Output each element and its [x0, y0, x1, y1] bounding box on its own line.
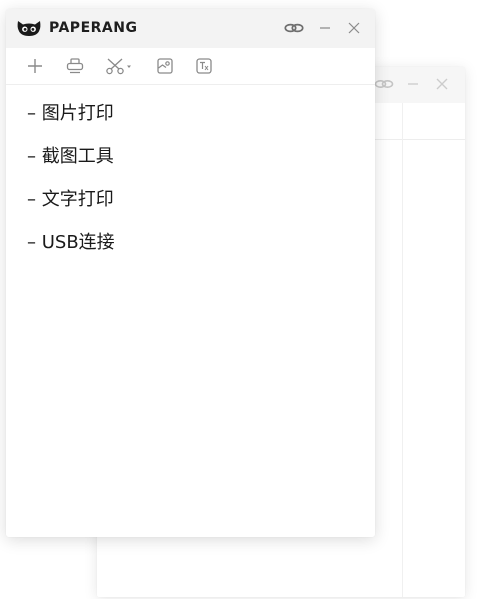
- close-button[interactable]: [345, 19, 363, 37]
- background-window-panel-edge: [402, 103, 403, 597]
- minimize-button[interactable]: [316, 19, 334, 37]
- print-button[interactable]: [64, 56, 86, 76]
- scissors-icon: [106, 58, 131, 75]
- printer-icon: [66, 58, 84, 74]
- plus-icon: [28, 59, 42, 73]
- close-icon: [348, 22, 360, 34]
- content-line: – USB连接: [27, 232, 115, 253]
- titlebar: PAPERANG: [6, 9, 375, 48]
- text-format-button[interactable]: [194, 56, 214, 76]
- screen: PAPERANG – 图片打印 – 截图工具 – 文字打印 – USB连接: [0, 0, 503, 599]
- cat-logo-icon: [17, 21, 41, 36]
- editor-content[interactable]: – 图片打印 – 截图工具 – 文字打印 – USB连接: [6, 85, 375, 537]
- add-button[interactable]: [25, 56, 45, 76]
- toolbar: [6, 48, 375, 85]
- caret-down-icon: [127, 65, 131, 68]
- image-icon: [157, 58, 173, 74]
- link-icon: [284, 23, 304, 33]
- app-title: PAPERANG: [49, 20, 138, 36]
- content-line: – 图片打印: [27, 103, 114, 124]
- image-print-button[interactable]: [155, 56, 175, 76]
- text-format-icon: [196, 58, 212, 74]
- content-line: – 文字打印: [27, 189, 114, 210]
- minimize-icon: [408, 83, 418, 85]
- link-icon: [374, 80, 394, 89]
- main-window: PAPERANG – 图片打印 – 截图工具 – 文字打印 – USB连接: [6, 9, 375, 537]
- screenshot-cut-button[interactable]: [104, 56, 134, 76]
- close-icon: [436, 78, 448, 90]
- content-line: – 截图工具: [27, 146, 114, 167]
- link-button[interactable]: [283, 19, 305, 37]
- minimize-icon: [320, 27, 330, 29]
